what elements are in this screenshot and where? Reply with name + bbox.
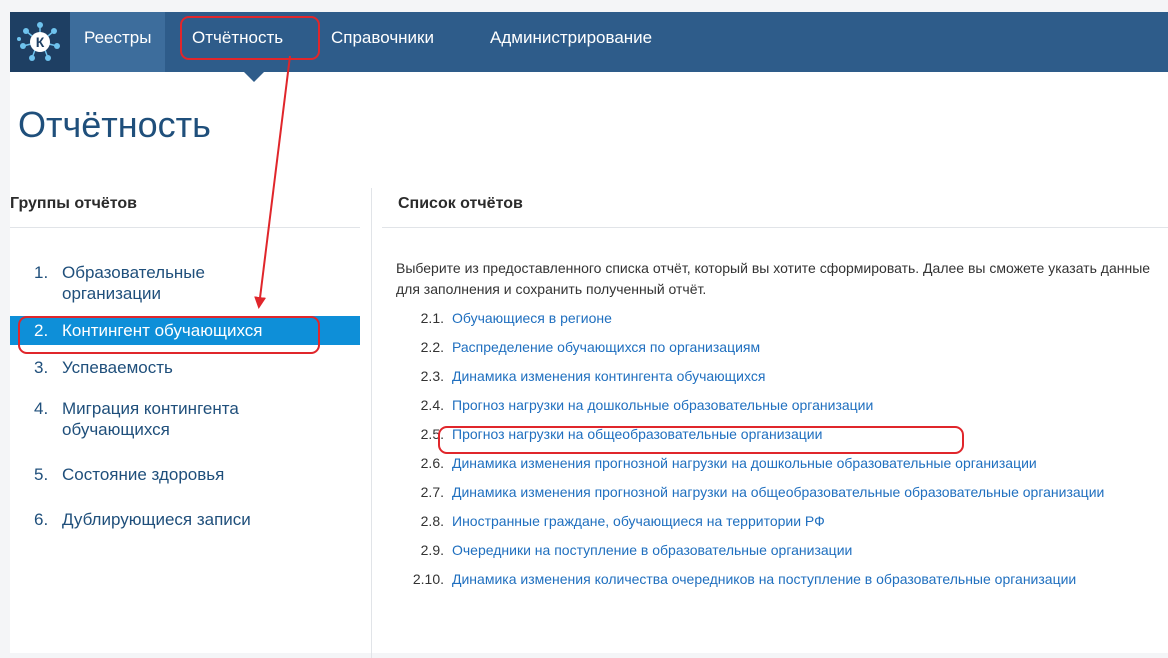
report-item: 2.7. Динамика изменения прогнозной нагру… [396, 484, 1168, 501]
group-label: Успеваемость [62, 358, 173, 377]
report-number: 2.2. [420, 339, 444, 355]
group-number: 6. [34, 510, 49, 529]
report-item: 2.2. Распределение обучающихся по органи… [396, 339, 1168, 356]
group-item-educational-organizations[interactable]: 1. Образовательные организации [10, 258, 360, 308]
report-link-general-forecast-dynamics[interactable]: Динамика изменения прогнозной нагрузки н… [452, 484, 1168, 501]
report-link-preschool-forecast[interactable]: Прогноз нагрузки на дошкольные образоват… [452, 397, 873, 414]
nav-administration[interactable]: Администрирование [490, 12, 652, 72]
active-nav-pointer [244, 72, 264, 82]
reports-intro: Выберите из предоставленного списка отчё… [396, 260, 1151, 297]
group-item-duplicates[interactable]: 6. Дублирующиеся записи [10, 505, 360, 534]
group-item-contingent[interactable]: 2. Контингент обучающихся [10, 316, 360, 345]
report-item: 2.1. Обучающиеся в регионе [396, 310, 1168, 327]
groups-heading: Группы отчётов [10, 195, 137, 212]
reports-panel: Выберите из предоставленного списка отчё… [396, 258, 1168, 588]
report-number: 2.4. [420, 397, 444, 413]
report-number: 2.5. [420, 426, 444, 442]
group-label: Миграция контингента обучающихся [62, 399, 239, 439]
logo-icon: К [17, 22, 60, 61]
top-navigation-bar: К Реестры Отчётность Справочники Админис… [10, 12, 1168, 72]
nav-registries[interactable]: Реестры [70, 12, 166, 72]
report-number: 2.1. [420, 310, 444, 326]
group-number: 4. [34, 399, 49, 418]
report-item: 2.6. Динамика изменения прогнозной нагру… [396, 455, 1168, 472]
group-label: Образовательные организации [62, 263, 205, 303]
group-label: Состояние здоровья [62, 465, 225, 484]
report-number: 2.3. [420, 368, 444, 384]
group-number: 3. [34, 358, 49, 377]
report-number: 2.7. [420, 484, 444, 500]
report-link-distribution[interactable]: Распределение обучающихся по организация… [452, 339, 760, 356]
group-label: Контингент обучающихся [62, 321, 263, 340]
reports-divider [382, 227, 1168, 228]
report-number: 2.6. [420, 455, 444, 471]
group-number: 2. [34, 321, 49, 340]
reports-heading: Список отчётов [398, 195, 523, 212]
column-divider [371, 188, 372, 658]
report-item: 2.5. Прогноз нагрузки на общеобразовател… [396, 426, 1168, 443]
nav-directories[interactable]: Справочники [331, 12, 434, 72]
nav-reporting[interactable]: Отчётность [192, 12, 283, 72]
report-item: 2.9. Очередники на поступление в образов… [396, 542, 1168, 559]
report-link-foreign-citizens[interactable]: Иностранные граждане, обучающиеся на тер… [452, 513, 825, 530]
report-groups-list: 1. Образовательные организации 2. Контин… [10, 258, 360, 534]
report-link-students-in-region[interactable]: Обучающиеся в регионе [452, 310, 612, 327]
group-number: 1. [34, 263, 49, 282]
report-link-contingent-dynamics[interactable]: Динамика изменения контингента обучающих… [452, 368, 765, 385]
group-item-migration[interactable]: 4. Миграция контингента обучающихся [10, 394, 360, 444]
report-link-general-forecast[interactable]: Прогноз нагрузки на общеобразовательные … [452, 426, 822, 443]
report-item: 2.8. Иностранные граждане, обучающиеся н… [396, 513, 1168, 530]
report-link-queue-dynamics[interactable]: Динамика изменения количества очереднико… [452, 571, 1152, 588]
report-item: 2.4. Прогноз нагрузки на дошкольные обра… [396, 397, 1168, 414]
group-number: 5. [34, 465, 49, 484]
groups-divider [10, 227, 360, 228]
report-item: 2.3. Динамика изменения контингента обуч… [396, 368, 1168, 385]
report-number: 2.10. [412, 571, 444, 587]
group-item-health[interactable]: 5. Состояние здоровья [10, 460, 360, 489]
group-item-performance[interactable]: 3. Успеваемость [10, 353, 360, 382]
logo-letter: К [36, 34, 45, 50]
report-link-queue[interactable]: Очередники на поступление в образователь… [452, 542, 852, 559]
page-title: Отчётность [18, 104, 211, 145]
group-label: Дублирующиеся записи [62, 510, 251, 529]
app-page: К Реестры Отчётность Справочники Админис… [10, 12, 1168, 658]
app-logo[interactable]: К [10, 12, 70, 72]
report-item: 2.10. Динамика изменения количества очер… [396, 571, 1168, 588]
report-number: 2.8. [420, 513, 444, 529]
report-link-preschool-forecast-dynamics[interactable]: Динамика изменения прогнозной нагрузки н… [452, 455, 1112, 472]
report-number: 2.9. [420, 542, 444, 558]
